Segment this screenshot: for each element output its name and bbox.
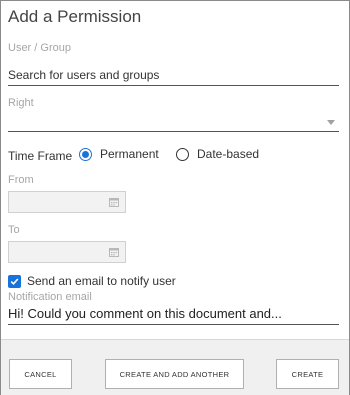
calendar-icon[interactable]	[109, 247, 119, 257]
notify-checkbox-label: Send an email to notify user	[27, 274, 176, 288]
user-group-search-input[interactable]: Search for users and groups	[8, 65, 339, 86]
check-icon	[10, 277, 19, 285]
radio-date-based-indicator[interactable]	[176, 147, 189, 161]
from-label: From	[8, 174, 34, 186]
create-button[interactable]: CREATE	[276, 359, 339, 389]
dialog-title: Add a Permission	[8, 7, 142, 26]
chevron-down-icon	[327, 120, 335, 125]
dialog-footer: CANCEL CREATE AND ADD ANOTHER CREATE	[1, 339, 349, 395]
radio-permanent-label: Permanent	[100, 147, 159, 161]
notify-checkbox[interactable]	[8, 274, 21, 288]
notification-email-value: Hi! Could you comment on this document a…	[8, 306, 282, 321]
add-permission-dialog: Add a Permission User / Group Search for…	[0, 0, 350, 395]
from-date-field[interactable]	[8, 191, 126, 213]
notification-email-label: Notification email	[8, 291, 92, 303]
radio-date-based[interactable]: Date-based	[176, 147, 259, 161]
cancel-button[interactable]: CANCEL	[9, 359, 72, 389]
radio-permanent[interactable]: Permanent	[79, 147, 159, 161]
create-and-add-another-button[interactable]: CREATE AND ADD ANOTHER	[105, 359, 244, 389]
calendar-icon[interactable]	[109, 197, 119, 207]
time-frame-label: Time Frame	[8, 149, 73, 163]
right-label: Right	[8, 97, 34, 109]
to-label: To	[8, 224, 20, 236]
user-group-label: User / Group	[8, 42, 71, 54]
user-group-placeholder: Search for users and groups	[8, 68, 160, 82]
to-date-field[interactable]	[8, 241, 126, 263]
radio-permanent-indicator[interactable]	[79, 147, 92, 161]
notification-email-input[interactable]: Hi! Could you comment on this document a…	[8, 304, 339, 325]
radio-date-based-label: Date-based	[197, 147, 260, 161]
notify-checkbox-row[interactable]: Send an email to notify user	[8, 274, 176, 288]
right-select[interactable]	[8, 111, 339, 132]
